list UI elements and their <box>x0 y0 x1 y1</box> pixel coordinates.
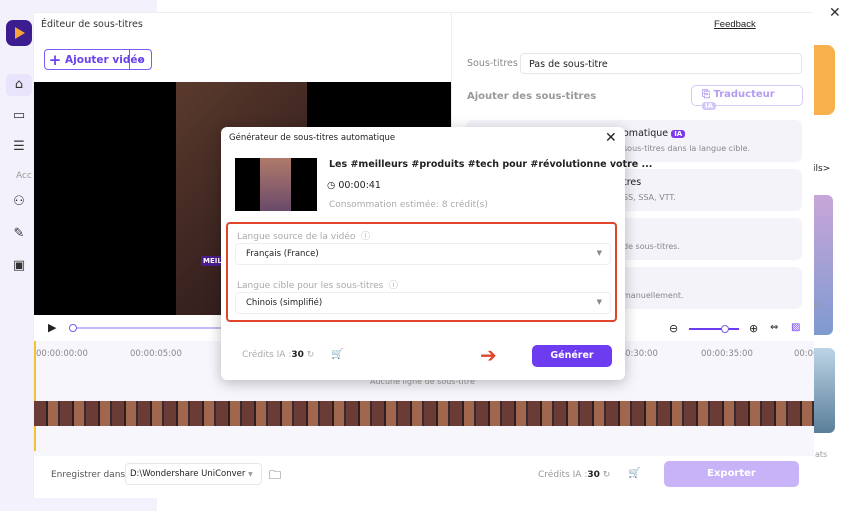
target-language-label: Langue cible pour les sous-titres ⓘ <box>237 281 399 291</box>
target-language-select[interactable]: Chinois (simplifié) ▼ <box>235 292 611 314</box>
caret-icon: ▼ <box>596 298 602 306</box>
cart-icon[interactable]: 🛒 <box>628 468 640 479</box>
translator-label: Traducteur <box>713 89 775 100</box>
add-subtitles-heading: Ajouter des sous-titres <box>467 91 597 102</box>
refresh-icon[interactable]: ↻ <box>307 350 315 360</box>
window-title: Éditeur de sous-titres <box>41 19 143 30</box>
video-filmstrip[interactable] <box>34 401 814 426</box>
target-language-value: Chinois (simplifié) <box>246 298 323 308</box>
zoom-slider-handle[interactable] <box>721 325 729 333</box>
zoom-in-icon[interactable]: ⊕ <box>749 322 758 335</box>
caret-icon: ▼ <box>248 471 253 478</box>
feedback-link[interactable]: Feedback <box>714 19 756 30</box>
zoom-slider[interactable] <box>689 325 739 333</box>
close-icon[interactable]: ✕ <box>605 130 617 146</box>
dialog-title: Générateur de sous-titres automatique <box>229 133 396 143</box>
card-desc: SS, SSA, VTT. <box>623 193 676 202</box>
timeline-tick: 00:00:05:00 <box>130 349 182 359</box>
bottom-bar: Enregistrer dans D:\Wondershare UniConve… <box>34 456 814 498</box>
translate-icon: ⎘ <box>702 89 714 100</box>
app-logo <box>6 20 32 46</box>
ia-badge: IA <box>671 130 686 138</box>
clock-icon: ◷ <box>327 180 339 191</box>
more-link[interactable]: ils> <box>813 164 830 174</box>
refresh-icon[interactable]: ↻ <box>603 470 611 480</box>
sidebar-section-label: Acc <box>16 171 32 181</box>
image-add-icon[interactable]: ▨ <box>791 322 800 333</box>
subtitles-label: Sous-titres <box>467 58 518 69</box>
card-text-2: ats <box>815 450 828 459</box>
fit-icon[interactable]: ⇔ <box>770 322 778 333</box>
caret-icon: ▼ <box>596 249 602 257</box>
dialog-credits: Crédits IA :30 ↻ <box>242 350 314 360</box>
chevron-down-icon[interactable]: ⌄ <box>129 50 151 69</box>
credits-label: Crédits IA : <box>242 350 292 360</box>
save-path: D:\Wondershare UniConver <box>130 469 246 479</box>
plus-icon: + <box>48 50 62 69</box>
cart-icon[interactable]: 🛒 <box>331 349 343 360</box>
video-title: Les #meilleurs #produits #tech pour #rév… <box>329 159 653 170</box>
play-icon[interactable]: ▶ <box>48 321 56 334</box>
apps-icon[interactable]: ⚇ <box>10 193 28 211</box>
credits-value: 30 <box>587 470 600 480</box>
zoom-out-icon[interactable]: ⊖ <box>669 322 678 335</box>
source-language-value: Français (France) <box>246 249 319 259</box>
timeline-tick: 00:00:00:00 <box>36 349 88 359</box>
card-desc: manuellement. <box>623 291 684 300</box>
promo-banner[interactable] <box>813 45 835 115</box>
template-card-2[interactable] <box>813 348 835 433</box>
info-icon[interactable]: ⓘ <box>389 281 398 291</box>
app-close-icon[interactable]: ✕ <box>829 5 841 21</box>
arrow-pointer-icon: ➔ <box>480 343 497 367</box>
seek-bar[interactable] <box>69 324 222 332</box>
info-icon[interactable]: ⓘ <box>361 232 370 242</box>
home-icon[interactable]: ⌂ <box>6 74 32 96</box>
generate-button[interactable]: Générer <box>532 345 612 367</box>
video-thumbnail <box>235 158 317 211</box>
card-title: tres <box>623 177 642 188</box>
auto-subtitle-dialog: Générateur de sous-titres automatique ✕ … <box>221 127 652 380</box>
duration-value: 00:00:41 <box>338 180 381 191</box>
ia-badge: IA <box>702 102 717 110</box>
card-title: omatique <box>623 128 669 139</box>
background-right-panel: ✕ ils> é ats <box>813 0 850 511</box>
edit-icon[interactable]: ✎ <box>10 225 28 243</box>
save-in-label: Enregistrer dans <box>51 470 126 480</box>
seek-handle[interactable] <box>69 324 77 332</box>
duration: ◷ 00:00:41 <box>327 180 381 191</box>
document-icon[interactable]: ☰ <box>10 138 28 156</box>
template-card[interactable] <box>813 195 833 335</box>
source-language-select[interactable]: Français (France) ▼ <box>235 243 611 265</box>
export-button[interactable]: Exporter <box>664 461 799 487</box>
card-desc: de sous-titres. <box>623 242 680 251</box>
source-language-label: Langue source de la vidéo ⓘ <box>237 232 371 242</box>
folder-icon[interactable]: 🗀 <box>269 466 281 487</box>
screen-icon[interactable]: ▣ <box>10 257 28 275</box>
subtitles-select[interactable]: Pas de sous-titre <box>520 53 802 74</box>
card-desc: sous-titres dans la langue cible. <box>623 144 751 153</box>
translator-button[interactable]: ⎘ Traducteur IA <box>691 85 803 110</box>
credits-label: Crédits IA : <box>538 470 588 480</box>
add-video-button[interactable]: + Ajouter vidéo ⌄ <box>44 49 152 70</box>
estimated-credits: Consommation estimée: 8 crédit(s) <box>329 200 488 210</box>
credits-value: 30 <box>291 350 304 360</box>
timeline-tick: 00:00:40:00 <box>794 349 814 359</box>
save-path-select[interactable]: D:\Wondershare UniConver ▼ <box>125 463 262 485</box>
timeline-tick: 00:00:35:00 <box>701 349 753 359</box>
toolbox-icon[interactable]: ▭ <box>10 107 28 125</box>
credits-display: Crédits IA :30 ↻ <box>538 470 610 480</box>
